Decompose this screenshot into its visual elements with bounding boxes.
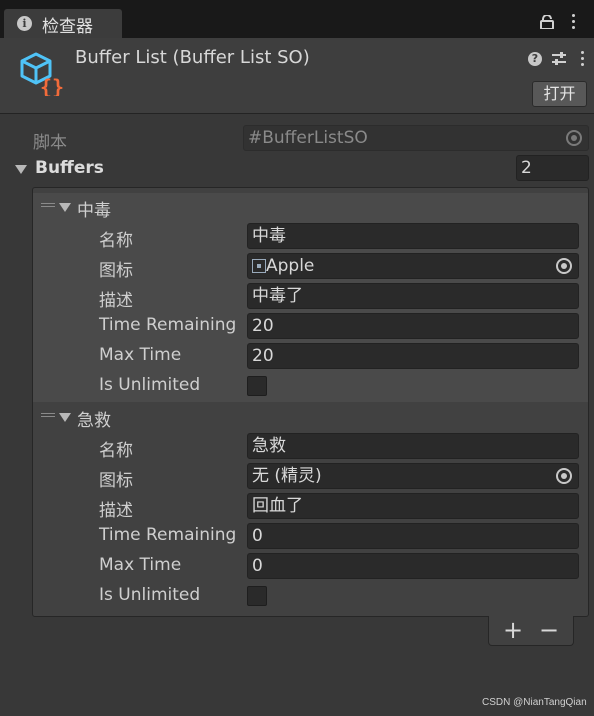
- add-element-button[interactable]: +: [503, 616, 523, 644]
- field-label: Is Unlimited: [99, 375, 201, 395]
- drag-handle-icon[interactable]: [41, 413, 55, 421]
- field-label: 名称: [99, 441, 133, 461]
- time-remaining-input[interactable]: 0: [247, 523, 579, 549]
- icon-value: Apple: [266, 256, 315, 276]
- description-input[interactable]: 回血了: [247, 493, 579, 519]
- field-label: 图标: [99, 261, 133, 281]
- tab-strip: i 检查器: [0, 0, 594, 38]
- object-picker-icon[interactable]: [556, 258, 572, 274]
- buffers-foldout-icon[interactable]: [15, 165, 27, 174]
- tab-menu-icon[interactable]: [569, 14, 577, 32]
- help-icon[interactable]: ?: [528, 52, 542, 66]
- open-button[interactable]: 打开: [532, 81, 587, 107]
- object-picker-icon[interactable]: [556, 468, 572, 484]
- inspector-header: {} Buffer List (Buffer List SO) ? 打开: [0, 38, 594, 114]
- field-label: Time Remaining: [99, 525, 237, 545]
- scriptable-object-icon: {}: [20, 52, 64, 96]
- script-hash-icon: #: [248, 128, 263, 148]
- object-picker-icon: [566, 130, 582, 146]
- field-label: Is Unlimited: [99, 585, 201, 605]
- field-label: Max Time: [99, 345, 182, 365]
- script-field: #BufferListSO: [243, 125, 589, 151]
- field-label: 名称: [99, 231, 133, 251]
- object-title: Buffer List (Buffer List SO): [75, 47, 310, 68]
- icon-object-field[interactable]: Apple: [247, 253, 579, 279]
- field-label: Time Remaining: [99, 315, 237, 335]
- is-unlimited-checkbox[interactable]: [247, 586, 267, 606]
- svg-text:{}: {}: [40, 75, 64, 96]
- watermark: CSDN @NianTangQian: [482, 697, 587, 708]
- is-unlimited-checkbox[interactable]: [247, 376, 267, 396]
- buffers-label[interactable]: Buffers: [35, 158, 104, 178]
- icon-object-field[interactable]: 无 (精灵): [247, 463, 579, 489]
- list-footer: + −: [488, 616, 574, 646]
- tab-title: 检查器: [42, 17, 93, 37]
- remove-element-button[interactable]: −: [539, 616, 559, 644]
- sprite-icon: [252, 259, 266, 273]
- element-0-header[interactable]: 中毒: [77, 196, 111, 221]
- time-remaining-input[interactable]: 20: [247, 313, 579, 339]
- icon-value: 无 (精灵): [252, 466, 322, 486]
- lock-icon[interactable]: [540, 15, 554, 29]
- header-menu-icon[interactable]: [579, 51, 585, 69]
- name-input[interactable]: 急救: [247, 433, 579, 459]
- field-label: 描述: [99, 291, 133, 311]
- info-icon: i: [17, 16, 32, 31]
- max-time-input[interactable]: 20: [247, 343, 579, 369]
- drag-handle-icon[interactable]: [41, 203, 55, 211]
- element-1-header[interactable]: 急救: [77, 406, 111, 431]
- name-input[interactable]: 中毒: [247, 223, 579, 249]
- buffers-size-field[interactable]: 2: [516, 155, 589, 181]
- field-label: 描述: [99, 501, 133, 521]
- tab-inspector[interactable]: i 检查器: [4, 9, 122, 38]
- description-input[interactable]: 中毒了: [247, 283, 579, 309]
- presets-icon[interactable]: [551, 51, 567, 67]
- max-time-input[interactable]: 0: [247, 553, 579, 579]
- element-1-foldout-icon[interactable]: [59, 413, 71, 422]
- script-label: 脚本: [33, 133, 67, 153]
- script-value: BufferListSO: [262, 128, 368, 148]
- field-label: 图标: [99, 471, 133, 491]
- field-label: Max Time: [99, 555, 182, 575]
- element-0-foldout-icon[interactable]: [59, 203, 71, 212]
